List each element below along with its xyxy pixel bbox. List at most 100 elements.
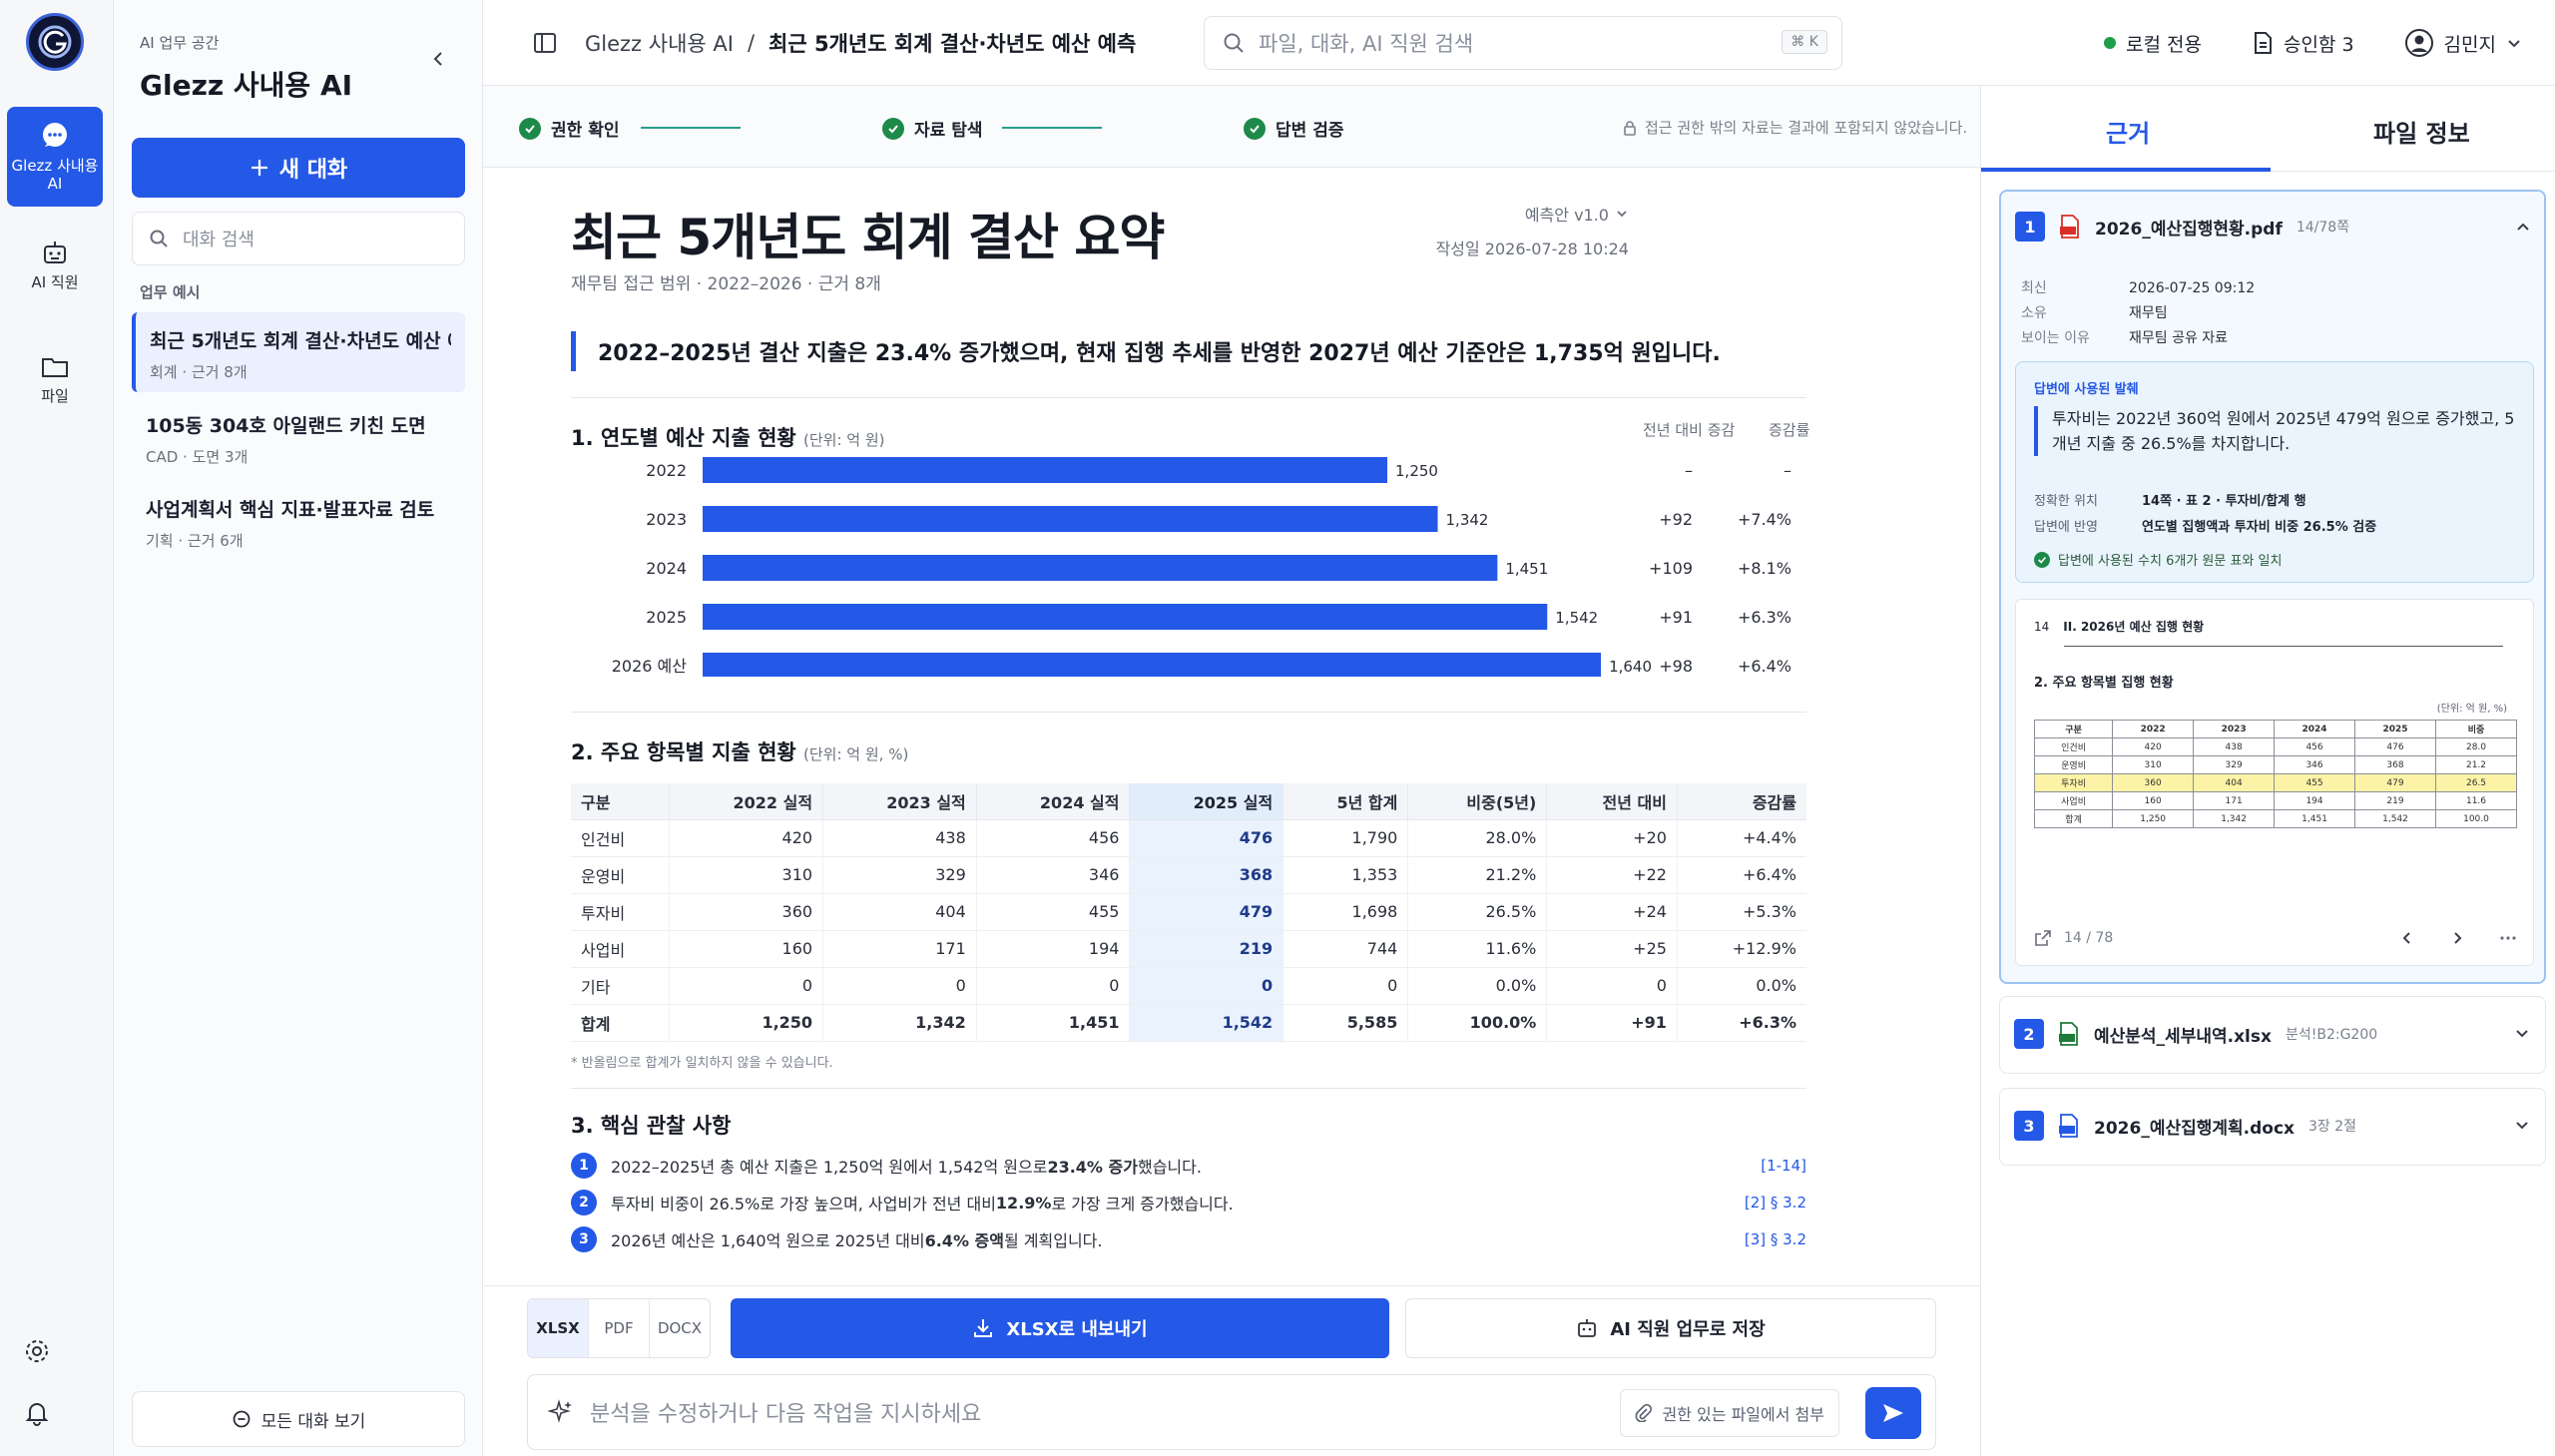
table-cell: 1,342	[822, 1004, 977, 1042]
evidence-card-expanded[interactable]: 1 2026_예산집행현황.pdf 14/78쪽 최신 2026-07-25 09…	[1999, 190, 2546, 984]
preview-row: 사업비 160 171 194 219 11.6	[2033, 791, 2518, 810]
bell-icon[interactable]	[20, 1395, 54, 1429]
user-name: 김민지	[2443, 33, 2496, 56]
evidence-card-header[interactable]: 1 2026_예산집행현황.pdf 14/78쪽	[2015, 212, 2532, 242]
send-button[interactable]	[1865, 1387, 1921, 1439]
citation-link[interactable]: [1-14]	[1761, 1157, 1806, 1175]
table-cell: 5,585	[1282, 1004, 1409, 1042]
step-connector	[1002, 127, 1102, 129]
preview-row: 인건비 420 438 456 476 28.0	[2033, 737, 2518, 756]
format-xlsx[interactable]: XLSX	[528, 1299, 589, 1357]
rail-item-ai[interactable]: Glezz 사내용 AI	[7, 107, 103, 207]
table-cell: 합계	[571, 1004, 671, 1042]
tab-evidence[interactable]: 근거	[2106, 114, 2150, 149]
plus-icon	[251, 160, 267, 176]
observation-item: 2 투자비 비중이 26.5%로 가장 높으며, 사업비가 전년 대비 12.9…	[571, 1188, 1806, 1217]
format-docx[interactable]: DOCX	[650, 1299, 710, 1357]
table-cell: +22	[1546, 856, 1678, 894]
chevron-down-icon[interactable]	[2513, 1117, 2531, 1135]
chat-search-input[interactable]: 대화 검색	[132, 212, 465, 265]
bar-diff-value: +91	[1659, 608, 1693, 627]
prompt-input[interactable]: 분석을 수정하거나 다음 작업을 지시하세요 권한 있는 파일에서 첨부	[527, 1374, 1936, 1450]
bar-category-label: 2026 예산	[612, 657, 688, 676]
chevron-right-icon[interactable]	[2449, 930, 2465, 946]
table-cell: 329	[822, 856, 977, 894]
preview-page-indicator: 14 / 78	[2064, 930, 2114, 946]
table-cell: 744	[1282, 930, 1409, 968]
rail-item-ai-staff-label: AI 직원	[31, 273, 79, 291]
new-chat-button[interactable]: 새 대화	[132, 138, 465, 198]
preview-cell: 160	[2112, 791, 2195, 810]
chat-item[interactable]: 최근 5개년도 회계 결산·차년도 예산 예측 회계 · 근거 8개	[132, 312, 465, 392]
external-link-icon[interactable]	[2034, 929, 2052, 947]
table-cell: 1,451	[976, 1004, 1131, 1042]
table-cell: +20	[1546, 819, 1678, 857]
citation-link[interactable]: [3] § 3.2	[1745, 1230, 1806, 1248]
preview-cell: 194	[2274, 791, 2356, 810]
rail-item-files[interactable]: 파일	[7, 351, 103, 421]
all-chats-button[interactable]: 모든 대화 보기	[132, 1391, 465, 1447]
sidebar-toggle-icon[interactable]	[533, 32, 557, 54]
bar-chart: 2022 1,250 – – 2023 1,342 +92 +7.4% 2024 1,451 +10…	[612, 457, 1791, 677]
header-actions: 로컬 전용 승인함 3 김민지	[2104, 28, 2522, 58]
tab-file-info[interactable]: 파일 정보	[2373, 114, 2470, 149]
table-cell: 160	[669, 930, 824, 968]
table-footnote: * 반올림으로 합계가 일치하지 않을 수 있습니다.	[571, 1056, 833, 1071]
settings-icon[interactable]	[20, 1334, 54, 1368]
observation-text-end: 로 가장 크게 증가했습니다.	[1051, 1195, 1234, 1213]
preview-cell: 1,542	[2354, 809, 2436, 828]
chat-item[interactable]: 사업계획서 핵심 지표·발표자료 검토 기획 · 근거 6개	[132, 481, 465, 561]
observation-number: 2	[571, 1190, 597, 1215]
divider	[571, 1088, 1806, 1089]
table-cell: 1,790	[1282, 819, 1409, 857]
global-search-input[interactable]: 파일, 대화, AI 직원 검색 ⌘ K	[1204, 16, 1842, 70]
progress-steps: 권한 확인 자료 탐색 답변 검증 접근 권한 밖의 자료는 결과에 포함되지 …	[483, 86, 1980, 168]
chevron-down-icon[interactable]	[2513, 1025, 2531, 1043]
citation-link[interactable]: [2] § 3.2	[1745, 1194, 1806, 1212]
chevron-down-icon	[1617, 211, 1627, 218]
meta-value: 재무팀	[2129, 305, 2168, 321]
breadcrumb-app[interactable]: Glezz 사내용 AI	[585, 28, 734, 58]
version-select[interactable]: 예측안 v1.0	[1525, 202, 1629, 226]
evidence-card[interactable]: 3 2026_예산집행계획.docx 3장 2절	[1999, 1088, 2546, 1166]
preview-column-header: 2024	[2274, 720, 2356, 738]
table-cell: 0	[822, 967, 977, 1005]
observation-number: 3	[571, 1226, 597, 1252]
chevron-left-icon[interactable]	[2399, 930, 2415, 946]
user-menu[interactable]: 김민지	[2404, 28, 2522, 58]
bar-rate-value: –	[1784, 461, 1791, 480]
app-logo[interactable]	[26, 13, 84, 71]
preview-cell: 1,451	[2274, 809, 2356, 828]
meta-visibility: 보이는 이유 재무팀 공유 자료	[2021, 327, 2228, 347]
bar-rate-value: +6.3%	[1738, 608, 1791, 627]
table-column-header: 증감률	[1677, 783, 1806, 820]
chevron-up-icon[interactable]	[2514, 218, 2532, 236]
observation-text: 투자비 비중이 26.5%로 가장 높으며, 사업비가 전년 대비	[611, 1195, 996, 1213]
collapse-sidebar-button[interactable]	[423, 44, 453, 74]
table-cell: 171	[822, 930, 977, 968]
attach-button[interactable]: 권한 있는 파일에서 첨부	[1619, 1389, 1839, 1437]
save-as-ai-job-button[interactable]: AI 직원 업무로 저장	[1405, 1298, 1936, 1358]
excerpt-key: 정확한 위치	[2034, 494, 2098, 509]
approval-inbox-button[interactable]: 승인함 3	[2252, 30, 2354, 57]
bar-rate-value: +7.4%	[1738, 510, 1791, 529]
preview-table: 구분 2022 2023 2024 2025 비중 인건비 420 438 456 476 28.0…	[2033, 720, 2518, 828]
table-cell: 0	[1129, 967, 1284, 1005]
more-icon[interactable]	[2499, 935, 2517, 941]
chat-item[interactable]: 105동 304호 아일랜드 키친 도면 CAD · 도면 3개	[132, 397, 465, 477]
format-pdf[interactable]: PDF	[589, 1299, 650, 1357]
page-preview[interactable]: 14 II. 2026년 예산 집행 현황 2. 주요 항목별 집행 현황 (단위…	[2015, 599, 2534, 966]
export-button[interactable]: XLSX로 내보내기	[731, 1298, 1389, 1358]
workspace-label: AI 업무 공간	[140, 34, 220, 52]
evidence-card[interactable]: 2 예산분석_세부내역.xlsx 분석!B2:G200	[1999, 996, 2546, 1074]
preview-column-header: 비중	[2434, 720, 2518, 738]
verification-status: 답변에 사용된 수치 6개가 원문 표와 일치	[2034, 550, 2282, 569]
sidebar: AI 업무 공간 Glezz 사내용 AI 새 대화 대화 검색 업무 예시 최…	[114, 0, 483, 1456]
active-tab-indicator	[1981, 168, 2271, 172]
rail-item-ai-staff[interactable]: AI 직원	[7, 238, 103, 307]
local-only-status[interactable]: 로컬 전용	[2104, 30, 2202, 57]
table-cell: +5.3%	[1677, 893, 1806, 931]
bar-diff-value: +92	[1659, 510, 1693, 529]
panel-tabs: 근거 파일 정보	[1981, 86, 2555, 172]
preview-column-header: 2025	[2354, 720, 2436, 738]
